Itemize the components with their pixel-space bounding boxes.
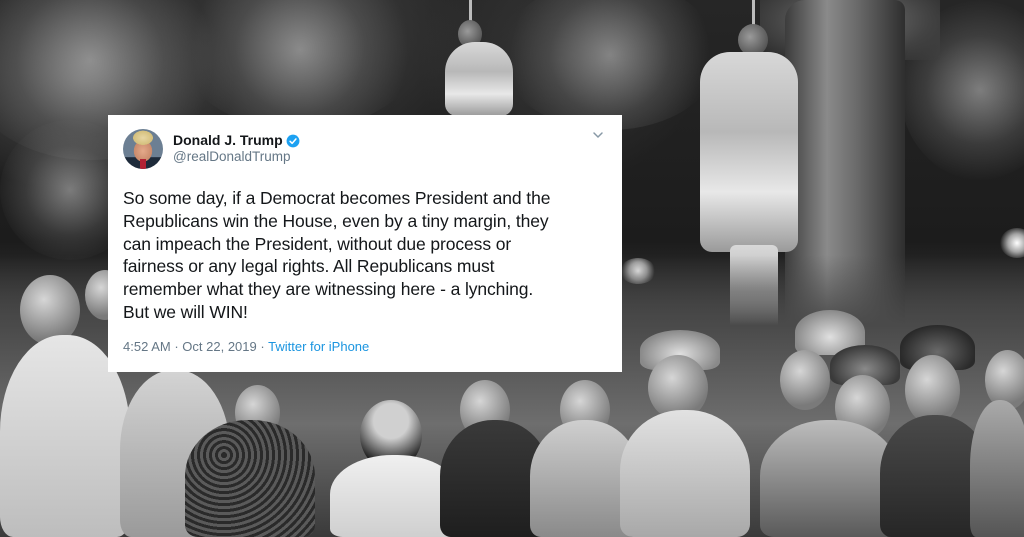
meta-separator: · xyxy=(174,338,179,354)
person xyxy=(620,410,750,537)
chevron-down-icon xyxy=(593,132,603,139)
person xyxy=(760,420,900,537)
display-name[interactable]: Donald J. Trump xyxy=(173,132,283,150)
tweet-meta: 4:52 AM · Oct 22, 2019 · Twitter for iPh… xyxy=(123,339,606,354)
background-photo: Donald J. Trump @realDonaldTrump So some… xyxy=(0,0,1024,537)
tweet-text: So some day, if a Democrat becomes Presi… xyxy=(123,188,551,322)
author-info: Donald J. Trump @realDonaldTrump xyxy=(173,132,300,166)
person xyxy=(970,400,1024,537)
person xyxy=(185,420,315,537)
hanging-figure xyxy=(445,42,513,116)
tweet-card: Donald J. Trump @realDonaldTrump So some… xyxy=(108,115,622,372)
person-head xyxy=(780,350,830,410)
tweet-header: Donald J. Trump @realDonaldTrump xyxy=(123,127,606,171)
chevron-down-icon[interactable] xyxy=(590,129,606,145)
tweet-source[interactable]: Twitter for iPhone xyxy=(268,339,369,354)
hanging-figure xyxy=(700,52,798,252)
verified-badge-icon xyxy=(286,134,300,147)
handle[interactable]: @realDonaldTrump xyxy=(173,149,300,166)
foliage xyxy=(180,0,420,130)
foliage xyxy=(500,0,720,130)
tweet-time[interactable]: 4:52 AM xyxy=(123,339,171,354)
avatar[interactable] xyxy=(123,129,163,169)
tweet-date[interactable]: Oct 22, 2019 xyxy=(182,339,256,354)
meta-separator: · xyxy=(260,338,265,354)
light xyxy=(1000,228,1024,258)
name-row: Donald J. Trump xyxy=(173,132,300,150)
